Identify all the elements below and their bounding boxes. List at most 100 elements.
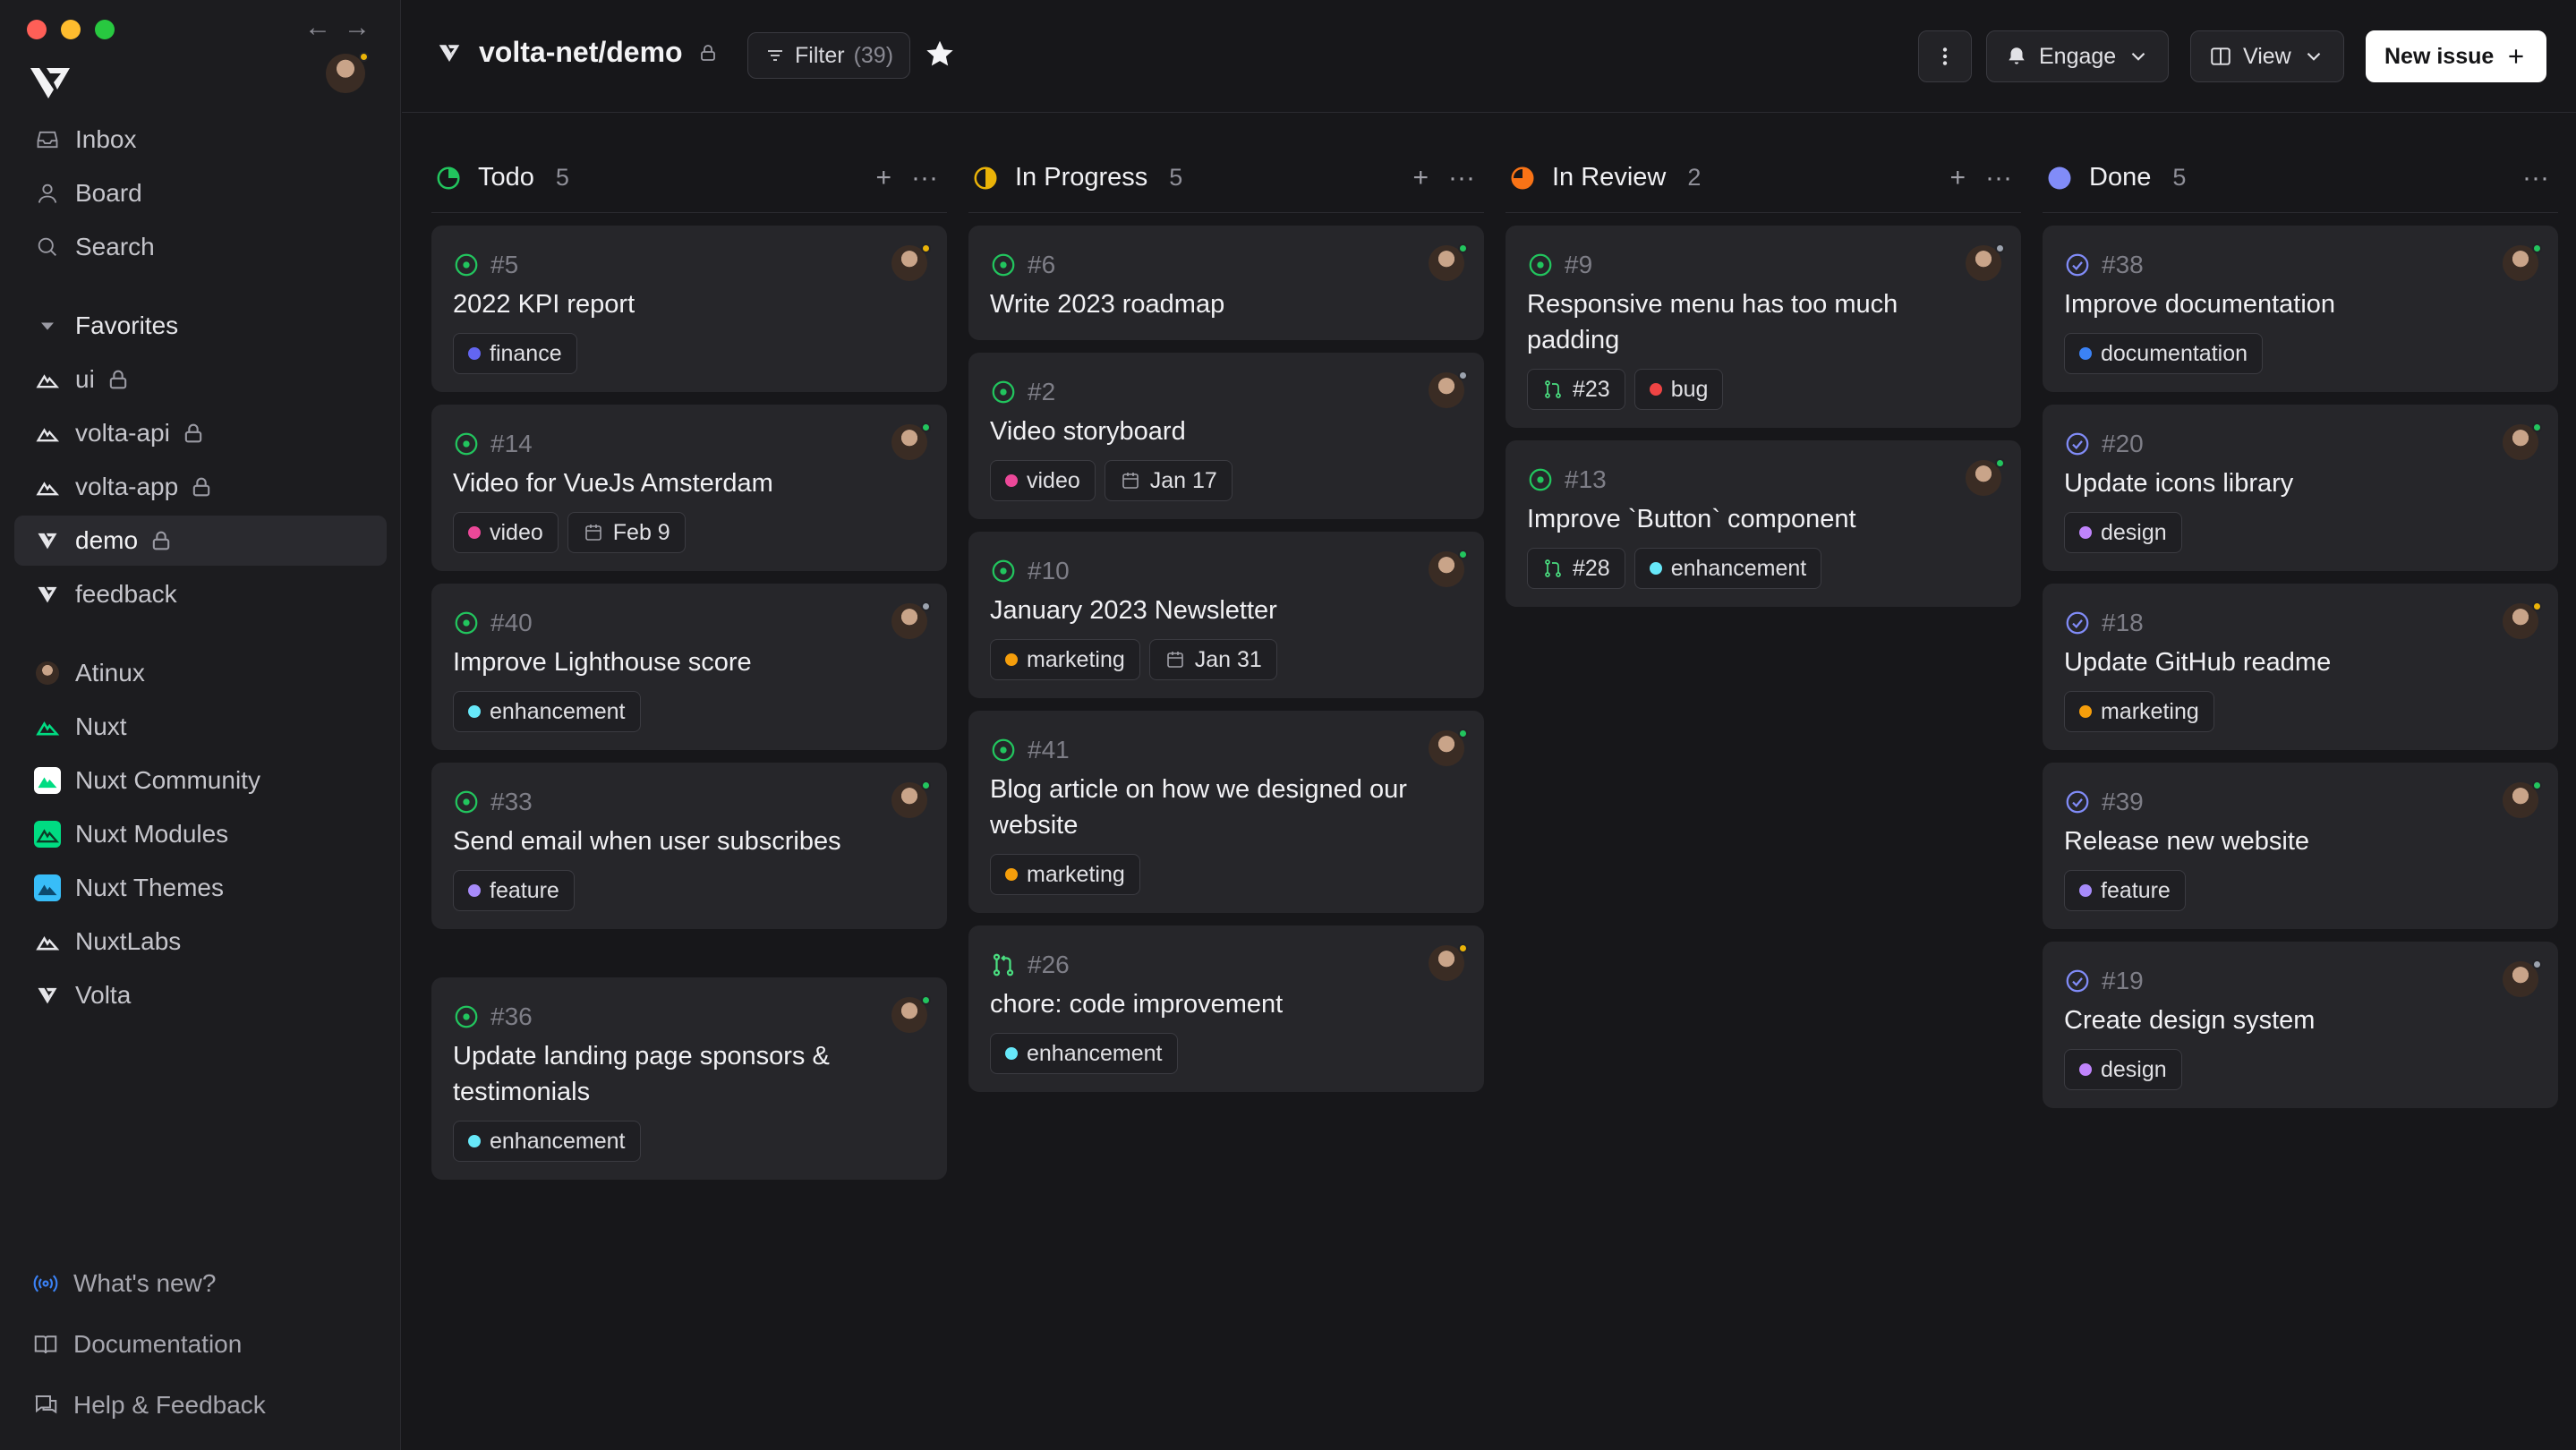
linked-pr-tag[interactable]: #23: [1527, 369, 1625, 410]
org-item-volta[interactable]: Volta: [14, 970, 387, 1020]
sidebar-item-board[interactable]: Board: [14, 168, 387, 218]
issue-card[interactable]: #39 Release new website feature: [2043, 763, 2558, 929]
assignee-avatar[interactable]: [891, 601, 931, 639]
help-feedback-link[interactable]: Help & Feedback: [14, 1380, 387, 1430]
org-item-nuxt[interactable]: Nuxt: [14, 702, 387, 752]
label-tag[interactable]: video: [453, 512, 559, 553]
issue-card[interactable]: #20 Update icons library design: [2043, 405, 2558, 571]
more-horizontal-icon[interactable]: ···: [1448, 163, 1475, 193]
more-horizontal-icon[interactable]: ···: [2522, 163, 2549, 193]
more-options-button[interactable]: [1918, 30, 1972, 82]
zoom-window-button[interactable]: [95, 20, 115, 39]
assignee-avatar[interactable]: [1429, 729, 1468, 766]
favorite-item-ui[interactable]: ui: [14, 354, 387, 405]
label-tag[interactable]: feature: [2064, 870, 2186, 911]
issue-card[interactable]: #36 Update landing page sponsors & testim…: [431, 977, 947, 1180]
issue-tags: video Jan 17: [990, 460, 1463, 501]
issue-card[interactable]: #6 Write 2023 roadmap: [968, 226, 1484, 340]
label-tag[interactable]: design: [2064, 512, 2182, 553]
sidebar-item-inbox[interactable]: Inbox: [14, 115, 387, 165]
issue-card[interactable]: #19 Create design system design: [2043, 942, 2558, 1108]
issue-meta: #5: [453, 247, 925, 283]
label-tag[interactable]: video: [990, 460, 1096, 501]
whats-new-link[interactable]: What's new?: [14, 1258, 387, 1309]
label-color-dot: [468, 705, 481, 718]
label-tag[interactable]: documentation: [2064, 333, 2264, 374]
label-tag[interactable]: finance: [453, 333, 577, 374]
org-item-atinux[interactable]: Atinux: [14, 648, 387, 698]
label-tag[interactable]: bug: [1633, 369, 1724, 410]
close-window-button[interactable]: [27, 20, 47, 39]
user-avatar[interactable]: [326, 52, 369, 98]
issue-card[interactable]: #41 Blog article on how we designed our w…: [968, 711, 1484, 913]
new-issue-button[interactable]: New issue: [2366, 30, 2547, 82]
more-horizontal-icon[interactable]: ···: [1985, 163, 2012, 193]
favorites-toggle[interactable]: Favorites: [14, 301, 387, 351]
assignee-avatar[interactable]: [891, 243, 931, 281]
assignee-avatar[interactable]: [2503, 422, 2542, 460]
add-card-plus-icon[interactable]: +: [1412, 163, 1429, 193]
favorite-item-demo[interactable]: demo: [14, 516, 387, 566]
org-item-nuxtlabs[interactable]: NuxtLabs: [14, 917, 387, 967]
due-date-tag[interactable]: Feb 9: [567, 512, 686, 553]
filter-button[interactable]: Filter (39): [747, 32, 911, 79]
assignee-avatar[interactable]: [1429, 943, 1468, 981]
assignee-avatar[interactable]: [2503, 243, 2542, 281]
documentation-link[interactable]: Documentation: [14, 1319, 387, 1369]
add-card-plus-icon[interactable]: +: [875, 163, 891, 193]
assignee-avatar[interactable]: [2503, 960, 2542, 997]
favorite-item-volta-api[interactable]: volta-api: [14, 408, 387, 458]
org-item-nuxt-modules[interactable]: Nuxt Modules: [14, 809, 387, 859]
add-card-plus-icon[interactable]: +: [1949, 163, 1966, 193]
issue-card[interactable]: #40 Improve Lighthouse score enhancement: [431, 584, 947, 750]
forward-arrow-icon[interactable]: →: [344, 13, 371, 43]
assignee-avatar[interactable]: [891, 995, 931, 1033]
star-icon[interactable]: [924, 38, 956, 70]
label-tag[interactable]: marketing: [2064, 691, 2214, 732]
favorite-item-label: volta-api: [75, 419, 170, 447]
label-tag[interactable]: enhancement: [453, 691, 641, 732]
issue-card[interactable]: #14 Video for VueJs Amsterdam video Feb 9: [431, 405, 947, 571]
org-item-nuxt-themes[interactable]: Nuxt Themes: [14, 863, 387, 913]
more-horizontal-icon[interactable]: ···: [911, 163, 938, 193]
repo-name[interactable]: volta-net/demo: [479, 36, 683, 69]
assignee-avatar[interactable]: [1966, 243, 2005, 281]
minimize-window-button[interactable]: [61, 20, 81, 39]
label-tag[interactable]: feature: [453, 870, 575, 911]
view-button[interactable]: View: [2190, 30, 2344, 82]
label-tag[interactable]: marketing: [990, 854, 1140, 895]
issue-card[interactable]: #10 January 2023 Newsletter marketing Jan 3…: [968, 532, 1484, 698]
assignee-avatar[interactable]: [1966, 458, 2005, 496]
assignee-avatar[interactable]: [1429, 550, 1468, 587]
issue-card[interactable]: #5 2022 KPI report finance: [431, 226, 947, 392]
label-tag[interactable]: enhancement: [990, 1033, 1178, 1074]
org-item-nuxt-community[interactable]: Nuxt Community: [14, 755, 387, 806]
linked-pr-tag[interactable]: #28: [1527, 548, 1625, 589]
tag-label: marketing: [2101, 698, 2199, 724]
assignee-avatar[interactable]: [2503, 780, 2542, 818]
issue-card[interactable]: #38 Improve documentation documentation: [2043, 226, 2558, 392]
label-tag[interactable]: design: [2064, 1049, 2182, 1090]
sidebar-item-search[interactable]: Search: [14, 222, 387, 272]
due-date-tag[interactable]: Jan 31: [1148, 639, 1277, 680]
issue-card[interactable]: #2 Video storyboard video Jan 17: [968, 353, 1484, 519]
issue-card[interactable]: #13 Improve `Button` component #28 enhancem…: [1506, 440, 2021, 607]
label-tag[interactable]: enhancement: [1633, 548, 1822, 589]
issue-card[interactable]: #26 chore: code improvement enhancement: [968, 925, 1484, 1092]
issue-card[interactable]: #33 Send email when user subscribes featur…: [431, 763, 947, 929]
back-arrow-icon[interactable]: ←: [304, 13, 331, 43]
favorite-item-volta-app[interactable]: volta-app: [14, 462, 387, 512]
assignee-avatar[interactable]: [891, 780, 931, 818]
assignee-avatar[interactable]: [1429, 371, 1468, 408]
assignee-avatar[interactable]: [2503, 601, 2542, 639]
engage-button[interactable]: Engage: [1986, 30, 2170, 82]
assignee-avatar[interactable]: [1429, 243, 1468, 281]
due-date-tag[interactable]: Jan 17: [1104, 460, 1233, 501]
issue-card[interactable]: #18 Update GitHub readme marketing: [2043, 584, 2558, 750]
favorite-item-feedback[interactable]: feedback: [14, 569, 387, 619]
issue-card[interactable]: #9 Responsive menu has too much padding #2…: [1506, 226, 2021, 428]
label-tag[interactable]: marketing: [990, 639, 1140, 680]
lock-icon: [109, 370, 127, 389]
label-tag[interactable]: enhancement: [453, 1121, 641, 1162]
assignee-avatar[interactable]: [891, 422, 931, 460]
